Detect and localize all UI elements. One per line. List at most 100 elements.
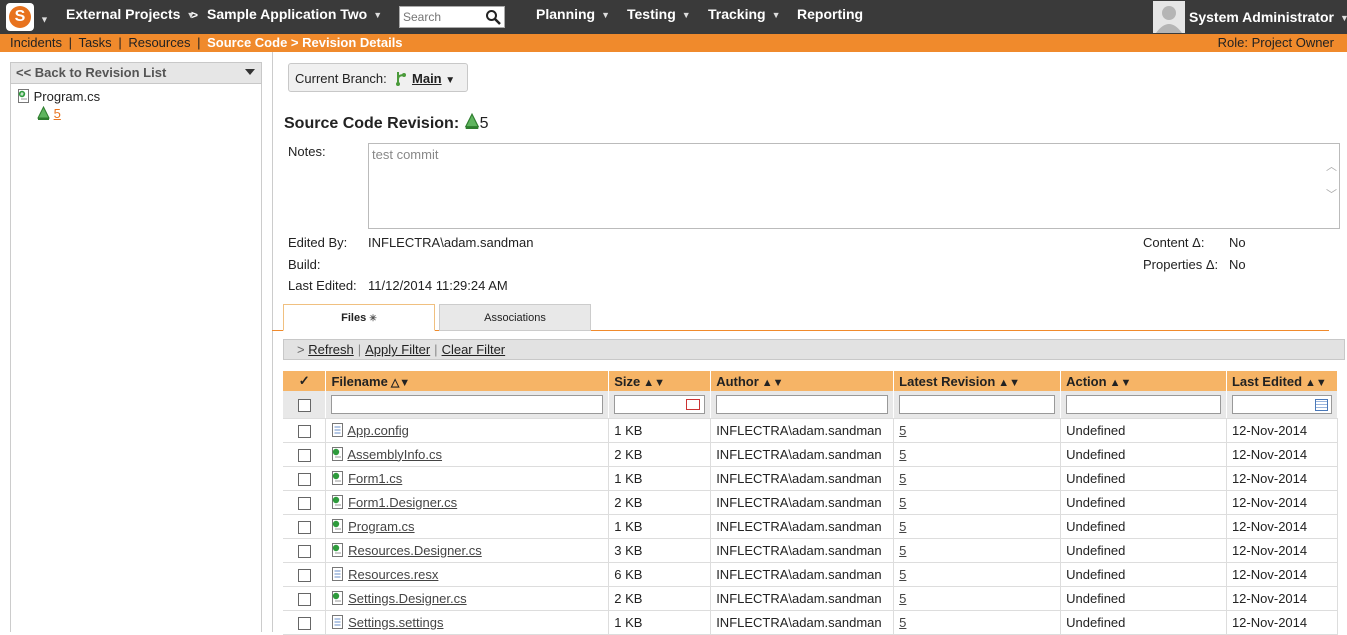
search-input[interactable] (400, 7, 480, 27)
sort-icon[interactable]: ▲▼ (762, 377, 784, 389)
action-filter-input[interactable] (1066, 394, 1221, 414)
row-select-cell (283, 466, 327, 491)
table-row: Resources.Designer.cs 3 KB INFLECTRA\adam.… (283, 538, 1339, 563)
notes-field[interactable]: test commit ︿ ﹀ (368, 143, 1340, 229)
avatar[interactable] (1153, 1, 1185, 33)
user-name: System Administrator (1189, 9, 1334, 25)
chevron-down-icon: ▼ (445, 75, 456, 86)
tasks-link[interactable]: Tasks (78, 35, 111, 50)
select-all-checkbox[interactable] (297, 398, 311, 412)
tree-node-file[interactable]: # Program.cs (17, 89, 100, 104)
file-tree: # Program.cs 5 (10, 84, 262, 632)
revision-link[interactable]: 5 (899, 495, 906, 510)
action-cell: Undefined (1060, 418, 1227, 443)
branch-selector[interactable]: Current Branch: Main ▼ (288, 63, 468, 92)
chevron-down-icon[interactable] (245, 69, 255, 75)
filename-link[interactable]: App.config (347, 423, 408, 438)
revision-link[interactable]: 5 (899, 567, 906, 582)
revision-link[interactable]: 5 (899, 615, 906, 630)
filename-link[interactable]: Form1.cs (348, 471, 402, 486)
current-page-breadcrumb: Source Code > Revision Details (207, 35, 403, 50)
csharp-file-icon (332, 590, 344, 605)
filename-link[interactable]: Settings.Designer.cs (348, 591, 467, 606)
column-label: Author (716, 373, 759, 389)
size-cell: 1 KB (608, 466, 712, 491)
incidents-link[interactable]: Incidents (10, 35, 62, 50)
column-header-last-edited[interactable]: Last Edited ▲▼ (1226, 371, 1339, 391)
last-edited-cell: 12-Nov-2014 (1226, 562, 1339, 587)
build-label: Build: (288, 257, 321, 272)
spira-logo[interactable]: S (6, 3, 34, 31)
revision-heading: Source Code Revision: (284, 115, 460, 132)
sort-icon[interactable]: ▲▼ (643, 377, 665, 389)
filter-cell (325, 391, 610, 419)
search-icon[interactable] (485, 9, 501, 25)
revision-link[interactable]: 5 (899, 447, 906, 462)
calendar-icon[interactable] (1315, 399, 1328, 411)
revision-link[interactable]: 5 (899, 471, 906, 486)
revision-link[interactable]: 5 (899, 423, 906, 438)
refresh-button[interactable]: Refresh (308, 342, 354, 357)
sort-icon[interactable]: ▲▼ (998, 377, 1020, 389)
resources-link[interactable]: Resources (128, 35, 190, 50)
row-checkbox[interactable] (297, 520, 311, 534)
asterisk-icon: ✳ (369, 313, 377, 323)
column-header-filename[interactable]: Filename △▼ (325, 371, 610, 391)
row-checkbox[interactable] (297, 472, 311, 486)
size-cell: 2 KB (608, 586, 712, 611)
project-group-menu[interactable]: External Projects ▼ (66, 6, 195, 22)
filename-cell: App.config (325, 418, 610, 443)
row-checkbox[interactable] (297, 568, 311, 582)
row-checkbox[interactable] (297, 616, 311, 630)
revision-link[interactable]: 5 (899, 591, 906, 606)
filename-link[interactable]: Resources.resx (348, 567, 438, 582)
column-header-action[interactable]: Action ▲▼ (1060, 371, 1227, 391)
filename-link[interactable]: Resources.Designer.cs (348, 543, 482, 558)
branch-value: Main (412, 71, 442, 86)
back-to-revision-list-button[interactable]: << Back to Revision List (10, 62, 262, 84)
column-header-latest-revision[interactable]: Latest Revision ▲▼ (893, 371, 1062, 391)
divider: | (197, 35, 201, 50)
column-header-author[interactable]: Author ▲▼ (710, 371, 895, 391)
revision-filter-input[interactable] (899, 394, 1056, 414)
revision-link[interactable]: 5 (899, 543, 906, 558)
tree-file-label: Program.cs (33, 89, 101, 104)
project-menu[interactable]: Sample Application Two ▼ (207, 6, 382, 22)
author-filter-input[interactable] (716, 394, 889, 414)
row-checkbox[interactable] (297, 448, 311, 462)
row-checkbox[interactable] (297, 424, 311, 438)
planning-menu[interactable]: Planning ▼ (536, 6, 610, 22)
row-checkbox[interactable] (297, 592, 311, 606)
apply-filter-button[interactable]: Apply Filter (365, 342, 430, 357)
last-edited-cell: 12-Nov-2014 (1226, 490, 1339, 515)
tree-node-revision[interactable]: 5 (37, 106, 61, 121)
row-checkbox[interactable] (297, 544, 311, 558)
project-label: Sample Application Two (207, 6, 368, 22)
action-cell: Undefined (1060, 610, 1227, 635)
reporting-menu[interactable]: Reporting (797, 6, 863, 22)
tab-files[interactable]: Files ✳ (283, 304, 435, 331)
sort-icon[interactable]: ▲▼ (1110, 377, 1132, 389)
tab-associations[interactable]: Associations (439, 304, 591, 331)
filename-link[interactable]: Form1.Designer.cs (348, 495, 457, 510)
revision-link[interactable]: 5 (899, 519, 906, 534)
range-icon[interactable] (686, 399, 701, 410)
scroll-arrows[interactable]: ︿ ﹀ (1326, 158, 1337, 202)
filename-link[interactable]: AssemblyInfo.cs (347, 447, 442, 462)
logo-menu-caret[interactable]: ▼ (40, 10, 49, 26)
table-row: Program.cs 1 KB INFLECTRA\adam.sandman 5 Und… (283, 514, 1339, 539)
csharp-file-icon (332, 542, 344, 557)
testing-menu[interactable]: Testing ▼ (627, 6, 691, 22)
column-header-size[interactable]: Size ▲▼ (608, 371, 712, 391)
row-checkbox[interactable] (297, 496, 311, 510)
clear-filter-button[interactable]: Clear Filter (442, 342, 506, 357)
sort-icon[interactable]: ▲▼ (1305, 377, 1327, 389)
filter-cell (1226, 391, 1339, 419)
user-menu[interactable]: System Administrator ▼ (1189, 9, 1347, 25)
filename-link[interactable]: Program.cs (348, 519, 414, 534)
filename-link[interactable]: Settings.settings (348, 615, 443, 630)
filename-filter-input[interactable] (331, 394, 604, 414)
sort-icon[interactable]: △▼ (391, 377, 410, 389)
tracking-menu[interactable]: Tracking ▼ (708, 6, 781, 22)
select-all-header[interactable]: ✓ (283, 371, 327, 391)
